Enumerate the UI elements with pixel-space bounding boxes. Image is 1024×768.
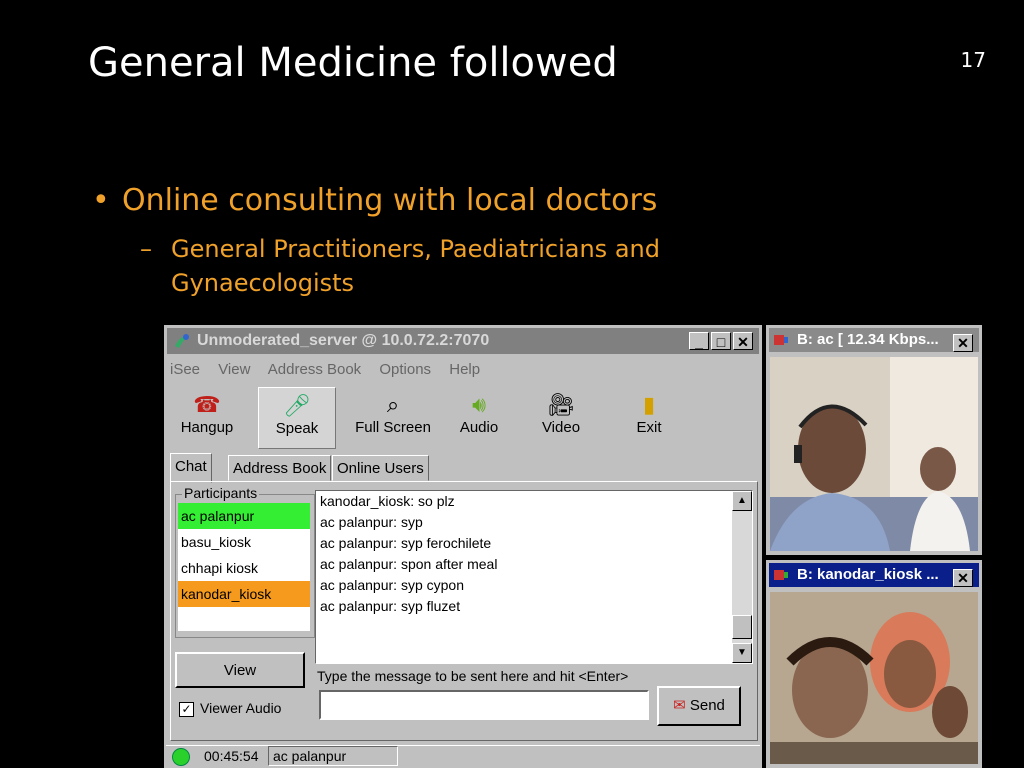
participant-item[interactable]: basu_kiosk: [178, 529, 310, 555]
scroll-thumb[interactable]: [732, 615, 752, 639]
close-button[interactable]: ✕: [733, 332, 753, 350]
participant-item[interactable]: ac palanpur: [178, 503, 310, 529]
scroll-down-icon[interactable]: ▼: [732, 643, 752, 663]
chat-line: ac palanpur: spon after meal: [320, 556, 498, 572]
window-title: Unmoderated_server @ 10.0.72.2:7070: [197, 332, 490, 349]
speaker-icon: 🔊︎: [472, 392, 486, 417]
video-feed-image: [770, 592, 978, 764]
send-label: Send: [689, 697, 725, 714]
tab-address-book[interactable]: Address Book: [228, 455, 332, 481]
viewer-audio-label: Viewer Audio: [200, 700, 282, 716]
viewer-audio-checkbox[interactable]: ✓ Viewer Audio: [179, 700, 281, 717]
exit-button[interactable]: ▮ Exit: [610, 387, 688, 449]
participant-item[interactable]: kanodar_kiosk: [178, 581, 310, 607]
chat-line: ac palanpur: syp: [320, 514, 423, 530]
video-window-icon: [774, 335, 788, 345]
chat-log[interactable]: kanodar_kiosk: so plz ac palanpur: syp a…: [315, 490, 753, 664]
menu-help[interactable]: Help: [449, 361, 480, 378]
chat-line: ac palanpur: syp ferochilete: [320, 535, 492, 551]
door-icon: ▮: [642, 392, 656, 417]
video-label: Video: [541, 419, 581, 436]
video-feed-image: [770, 357, 978, 551]
close-button[interactable]: ✕: [953, 334, 973, 352]
maximize-button[interactable]: □: [711, 332, 731, 350]
hangup-button[interactable]: ☎ Hangup: [168, 387, 246, 449]
view-button[interactable]: View: [175, 652, 305, 688]
menu-bar: iSee View Address Book Options Help: [170, 361, 494, 381]
checkbox-checked-icon[interactable]: ✓: [179, 701, 194, 717]
slide-number: 17: [960, 48, 986, 72]
send-button[interactable]: ✉ Send: [657, 686, 741, 726]
status-user: ac palanpur: [268, 746, 398, 766]
scroll-up-icon[interactable]: ▲: [732, 491, 752, 511]
video-feed: [770, 357, 978, 551]
participants-list: ac palanpur basu_kiosk chhapi kiosk kano…: [178, 503, 310, 631]
bullet-main-text: Online consulting with local doctors: [122, 183, 658, 218]
chat-line: ac palanpur: syp cypon: [320, 577, 464, 593]
video-titlebar[interactable]: B: kanodar_kiosk ... ✕: [769, 563, 979, 587]
menu-isee[interactable]: iSee: [170, 361, 200, 378]
chat-scrollbar[interactable]: ▲ ▼: [732, 491, 752, 663]
speak-button[interactable]: 🎤︎ Speak: [258, 387, 336, 449]
slide-title: General Medicine followed: [88, 40, 618, 86]
microphone-icon: 🎤︎: [283, 393, 311, 418]
hangup-label: Hangup: [180, 419, 234, 436]
full-screen-label: Full Screen: [355, 419, 431, 436]
menu-options[interactable]: Options: [379, 361, 431, 378]
participant-item[interactable]: chhapi kiosk: [178, 555, 310, 581]
chat-app-window: Unmoderated_server @ 10.0.72.2:7070 _ □ …: [164, 325, 762, 768]
magnifier-icon: ⌕: [386, 392, 400, 417]
participants-group: Participants ac palanpur basu_kiosk chha…: [175, 485, 315, 638]
video-feed: [770, 592, 978, 764]
bullet-dot: •: [92, 183, 110, 218]
bullet-sub-text: General Practitioners, Paediatricians an…: [171, 235, 660, 297]
bullet-main: • Online consulting with local doctors: [92, 183, 657, 218]
audio-button[interactable]: 🔊︎ Audio: [440, 387, 518, 449]
chat-line: ac palanpur: syp fluzet: [320, 598, 461, 614]
audio-label: Audio: [459, 419, 499, 436]
video-window-kanodar: B: kanodar_kiosk ... ✕: [766, 560, 982, 768]
video-window-icon: [774, 570, 788, 580]
close-button[interactable]: ✕: [953, 569, 973, 587]
phone-icon: ☎: [193, 392, 221, 417]
participants-label: Participants: [182, 485, 260, 501]
status-bar: 00:45:54 ac palanpur: [166, 745, 760, 768]
minimize-button[interactable]: _: [689, 332, 709, 350]
app-logo-icon: [175, 334, 189, 348]
full-screen-button[interactable]: ⌕ Full Screen: [354, 387, 432, 449]
camera-icon: 🎥︎: [547, 392, 575, 417]
video-title: B: kanodar_kiosk ...: [797, 566, 939, 583]
bullet-dash: –: [140, 235, 152, 263]
connection-status-icon: [172, 748, 190, 766]
window-titlebar[interactable]: Unmoderated_server @ 10.0.72.2:7070 _ □ …: [167, 328, 759, 354]
message-input[interactable]: [319, 690, 649, 720]
video-titlebar[interactable]: B: ac [ 12.34 Kbps... ✕: [769, 328, 979, 352]
tab-online-users[interactable]: Online Users: [332, 455, 429, 481]
exit-label: Exit: [636, 419, 662, 436]
speak-label: Speak: [275, 420, 319, 437]
tab-chat[interactable]: Chat: [170, 453, 212, 483]
status-time: 00:45:54: [204, 748, 259, 764]
chat-panel: Participants ac palanpur basu_kiosk chha…: [170, 481, 758, 741]
video-title: B: ac [ 12.34 Kbps...: [797, 331, 939, 348]
video-button[interactable]: 🎥︎ Video: [522, 387, 600, 449]
message-hint: Type the message to be sent here and hit…: [317, 668, 629, 684]
toolbar: ☎ Hangup 🎤︎ Speak ⌕ Full Screen 🔊︎ Audio 🎥︎ V…: [168, 387, 758, 451]
send-icon: ✉: [673, 697, 686, 714]
menu-view[interactable]: View: [218, 361, 250, 378]
menu-address-book[interactable]: Address Book: [268, 361, 361, 378]
video-window-ac: B: ac [ 12.34 Kbps... ✕: [766, 325, 982, 555]
chat-line: kanodar_kiosk: so plz: [320, 493, 455, 509]
